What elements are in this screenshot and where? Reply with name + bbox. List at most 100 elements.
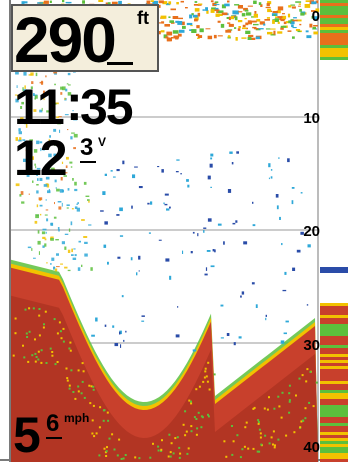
water-column-return — [58, 229, 60, 232]
fish-mark — [205, 267, 208, 271]
depth-scale-label: 20 — [303, 223, 320, 240]
bottom-speckle — [14, 317, 17, 320]
surface-clutter — [237, 5, 243, 9]
fish-mark — [243, 241, 248, 245]
surface-clutter — [190, 25, 193, 27]
fish-mark — [268, 177, 270, 180]
bottom-speckle — [302, 419, 305, 422]
surface-clutter — [228, 23, 234, 27]
bottom-speckle — [179, 452, 182, 455]
bottom-speckle — [178, 446, 181, 449]
flasher-strip-band — [320, 42, 348, 45]
surface-clutter — [205, 7, 208, 11]
water-column-return — [55, 187, 57, 189]
water-column-return — [54, 202, 55, 205]
fish-mark — [275, 194, 279, 198]
fish-mark — [136, 272, 138, 276]
bottom-speckle — [134, 456, 137, 459]
flasher-strip-band — [320, 363, 348, 366]
surface-clutter — [247, 20, 252, 25]
water-column-return — [56, 188, 60, 192]
bottom-speckle — [243, 445, 246, 448]
surface-clutter — [207, 35, 213, 40]
bottom-speckle — [187, 447, 190, 450]
bottom-speckle — [35, 356, 38, 358]
surface-clutter — [214, 4, 220, 6]
bottom-speckle — [253, 406, 256, 409]
bottom-speckle — [184, 434, 187, 437]
surface-clutter — [166, 37, 172, 42]
fish-mark — [104, 324, 107, 327]
bottom-speckle — [51, 351, 54, 353]
water-column-return — [87, 199, 90, 201]
bottom-speckle — [288, 411, 291, 414]
bottom-speckle — [198, 385, 201, 388]
surface-clutter — [49, 0, 52, 4]
fish-mark — [238, 336, 242, 339]
time-minutes: 35 — [80, 79, 134, 135]
surface-clutter — [213, 34, 217, 39]
surface-clutter — [272, 11, 278, 14]
bottom-speckle — [182, 423, 185, 426]
surface-clutter — [245, 22, 249, 26]
depth-scale-label: 40 — [303, 439, 320, 456]
water-column-return — [71, 248, 73, 253]
bottom-speckle — [161, 439, 163, 442]
bottom-speckle — [69, 349, 72, 352]
flasher-strip-band — [320, 51, 348, 54]
surface-clutter — [227, 22, 231, 24]
bottom-speckle — [68, 384, 71, 387]
flasher-strip-band — [320, 39, 348, 42]
bottom-speckle — [305, 380, 308, 383]
fish-mark — [251, 282, 255, 285]
fish-mark — [104, 221, 108, 225]
bottom-speckle — [51, 354, 54, 357]
flasher-strip-band — [320, 309, 348, 312]
bottom-speckle — [38, 314, 41, 317]
voltage-unit: V — [98, 135, 107, 149]
fish-mark — [113, 176, 116, 178]
bottom-speckle — [169, 451, 172, 454]
fish-mark — [283, 332, 287, 335]
water-column-return — [39, 204, 43, 207]
bottom-speckle — [44, 310, 47, 313]
time-separator: : — [66, 75, 83, 131]
fish-mark — [291, 187, 295, 189]
fish-mark — [131, 205, 133, 209]
bottom-speckle — [60, 337, 63, 340]
water-column-return — [67, 188, 70, 191]
fish-mark — [206, 250, 211, 252]
bottom-speckle — [14, 332, 17, 335]
surface-clutter — [164, 24, 170, 27]
fish-mark — [284, 271, 287, 275]
water-column-return — [90, 267, 93, 271]
flasher-strip-band — [320, 36, 348, 39]
bottom-speckle — [270, 436, 273, 439]
surface-clutter — [245, 30, 251, 34]
flasher-strip-band — [320, 318, 348, 321]
surface-clutter — [247, 5, 253, 7]
surface-clutter — [199, 28, 204, 33]
flasher-strip-band — [320, 372, 348, 375]
water-column-return — [58, 206, 62, 210]
surface-clutter — [179, 29, 185, 33]
flasher-strip-band — [320, 381, 348, 384]
fish-mark — [210, 186, 212, 188]
fish-mark — [166, 208, 170, 211]
surface-clutter — [275, 16, 278, 18]
fish-mark — [287, 158, 290, 163]
surface-clutter — [214, 1, 219, 4]
bottom-speckle — [25, 332, 28, 335]
bottom-speckle — [300, 420, 303, 423]
surface-clutter — [178, 17, 183, 20]
bottom-speckle — [257, 421, 260, 423]
bottom-speckle — [208, 388, 211, 391]
bottom-speckle — [225, 455, 228, 458]
bottom-speckle — [77, 390, 80, 393]
water-column-return — [59, 189, 64, 193]
surface-clutter — [231, 15, 235, 20]
flasher-strip-band — [320, 384, 348, 387]
bottom-speckle — [252, 447, 255, 450]
water-column-return — [45, 199, 47, 201]
bottom-speckle — [195, 418, 198, 420]
